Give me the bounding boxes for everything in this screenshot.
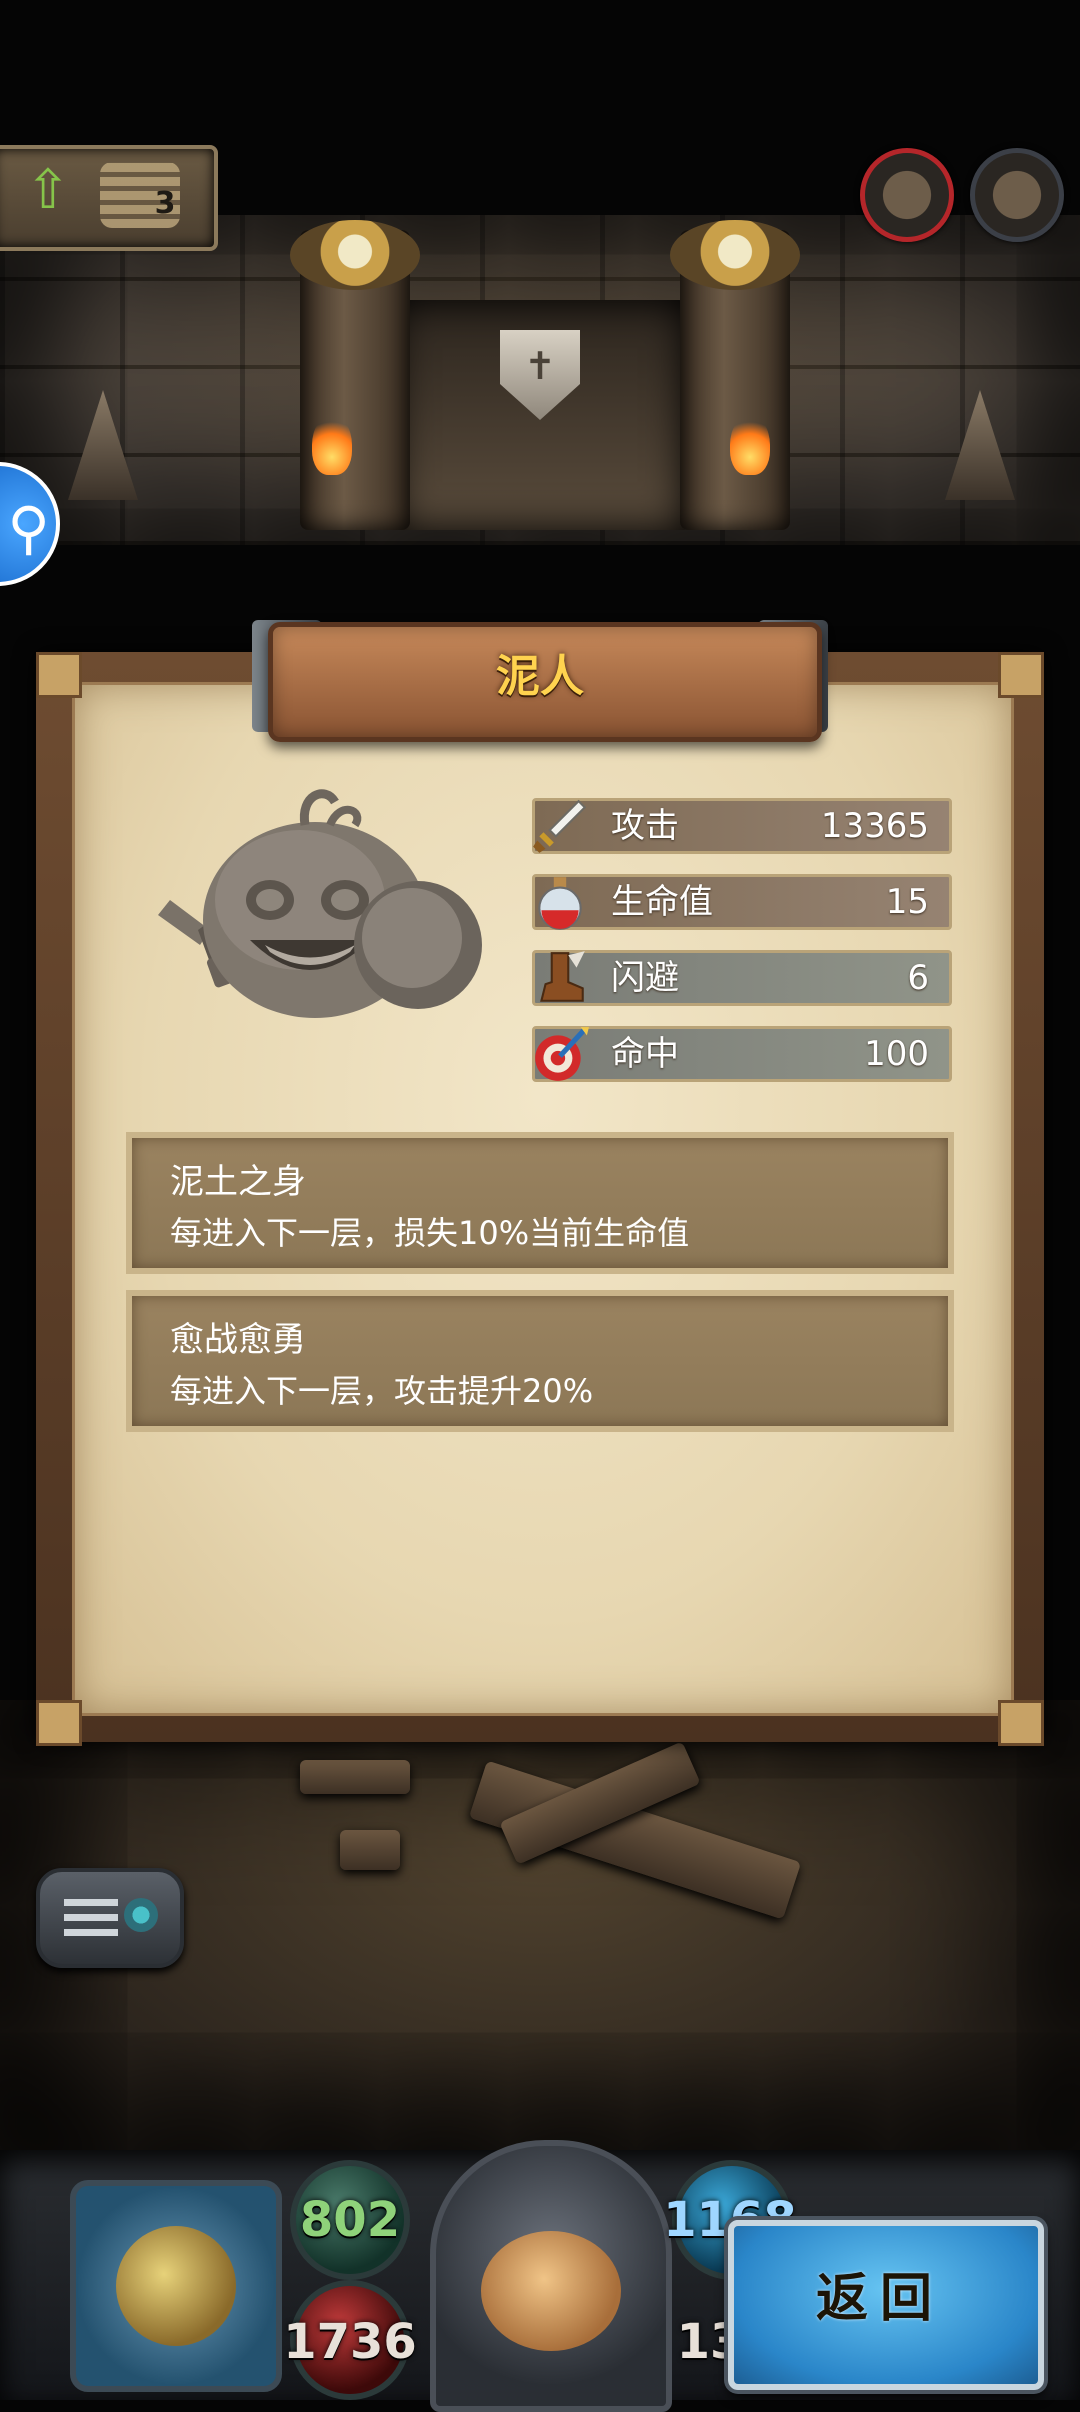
hero-avatar xyxy=(116,2226,236,2346)
panel-corner xyxy=(36,652,82,698)
monster-book-button[interactable] xyxy=(860,148,954,242)
floor-stone xyxy=(340,1830,400,1870)
panel-corner xyxy=(36,1700,82,1746)
pet-face xyxy=(481,2231,621,2351)
floor-stone xyxy=(300,1760,410,1794)
attack-value: 802 xyxy=(299,2192,401,2248)
skill-name: 泥土之身 xyxy=(170,1162,306,1202)
potion-icon xyxy=(538,877,582,930)
stat-label: 命中 xyxy=(611,1034,679,1074)
skill-description: 每进入下一层，攻击提升20% xyxy=(170,1372,594,1410)
boot-icon xyxy=(540,951,585,1002)
torch-left xyxy=(312,415,352,475)
mud-monster-portrait xyxy=(158,789,482,1018)
stat-label: 攻击 xyxy=(611,806,679,846)
skill-timer-button[interactable] xyxy=(970,148,1064,242)
stat-row-hit: 命中 100 xyxy=(532,1026,952,1082)
pillar-cap-right xyxy=(670,220,800,290)
floor-number: 3 xyxy=(154,186,176,221)
stat-value: 100 xyxy=(864,1034,929,1074)
stat-value: 15 xyxy=(885,882,929,922)
stat-row-dodge: 闪避 6 xyxy=(532,950,952,1006)
stat-label: 闪避 xyxy=(611,958,679,998)
search-icon: ⚲ xyxy=(7,494,50,562)
radar-icon xyxy=(124,1898,158,1932)
panel-corner xyxy=(998,652,1044,698)
menu-button[interactable] xyxy=(36,1868,184,1968)
list-icon xyxy=(64,1896,118,1936)
pillar-cap-left xyxy=(290,220,420,290)
stat-label: 生命值 xyxy=(611,882,713,922)
torch-right xyxy=(730,415,770,475)
up-arrow-icon: ⇧ xyxy=(25,158,71,221)
hero-portrait-button[interactable] xyxy=(70,2180,282,2392)
stat-row-attack: 攻击 13365 xyxy=(532,798,952,854)
pet-avatar-button[interactable] xyxy=(430,2140,672,2412)
target-icon xyxy=(535,1027,589,1081)
stat-value: 13365 xyxy=(820,806,929,846)
back-button-label: 返回 xyxy=(815,2269,944,2329)
stat-row-hp: 生命值 15 xyxy=(532,874,952,930)
skill-description: 每进入下一层，损失10%当前生命值 xyxy=(170,1214,690,1252)
stat-value: 6 xyxy=(907,958,929,998)
panel-corner xyxy=(998,1700,1044,1746)
hp-value: 1736 xyxy=(283,2314,417,2370)
skill-box: 愈战愈勇 每进入下一层，攻击提升20% xyxy=(126,1290,954,1432)
skill-name: 愈战愈勇 xyxy=(170,1320,306,1360)
monster-name: 泥人 xyxy=(496,651,584,702)
skill-box: 泥土之身 每进入下一层，损失10%当前生命值 xyxy=(126,1132,954,1274)
sword-icon xyxy=(533,799,587,853)
